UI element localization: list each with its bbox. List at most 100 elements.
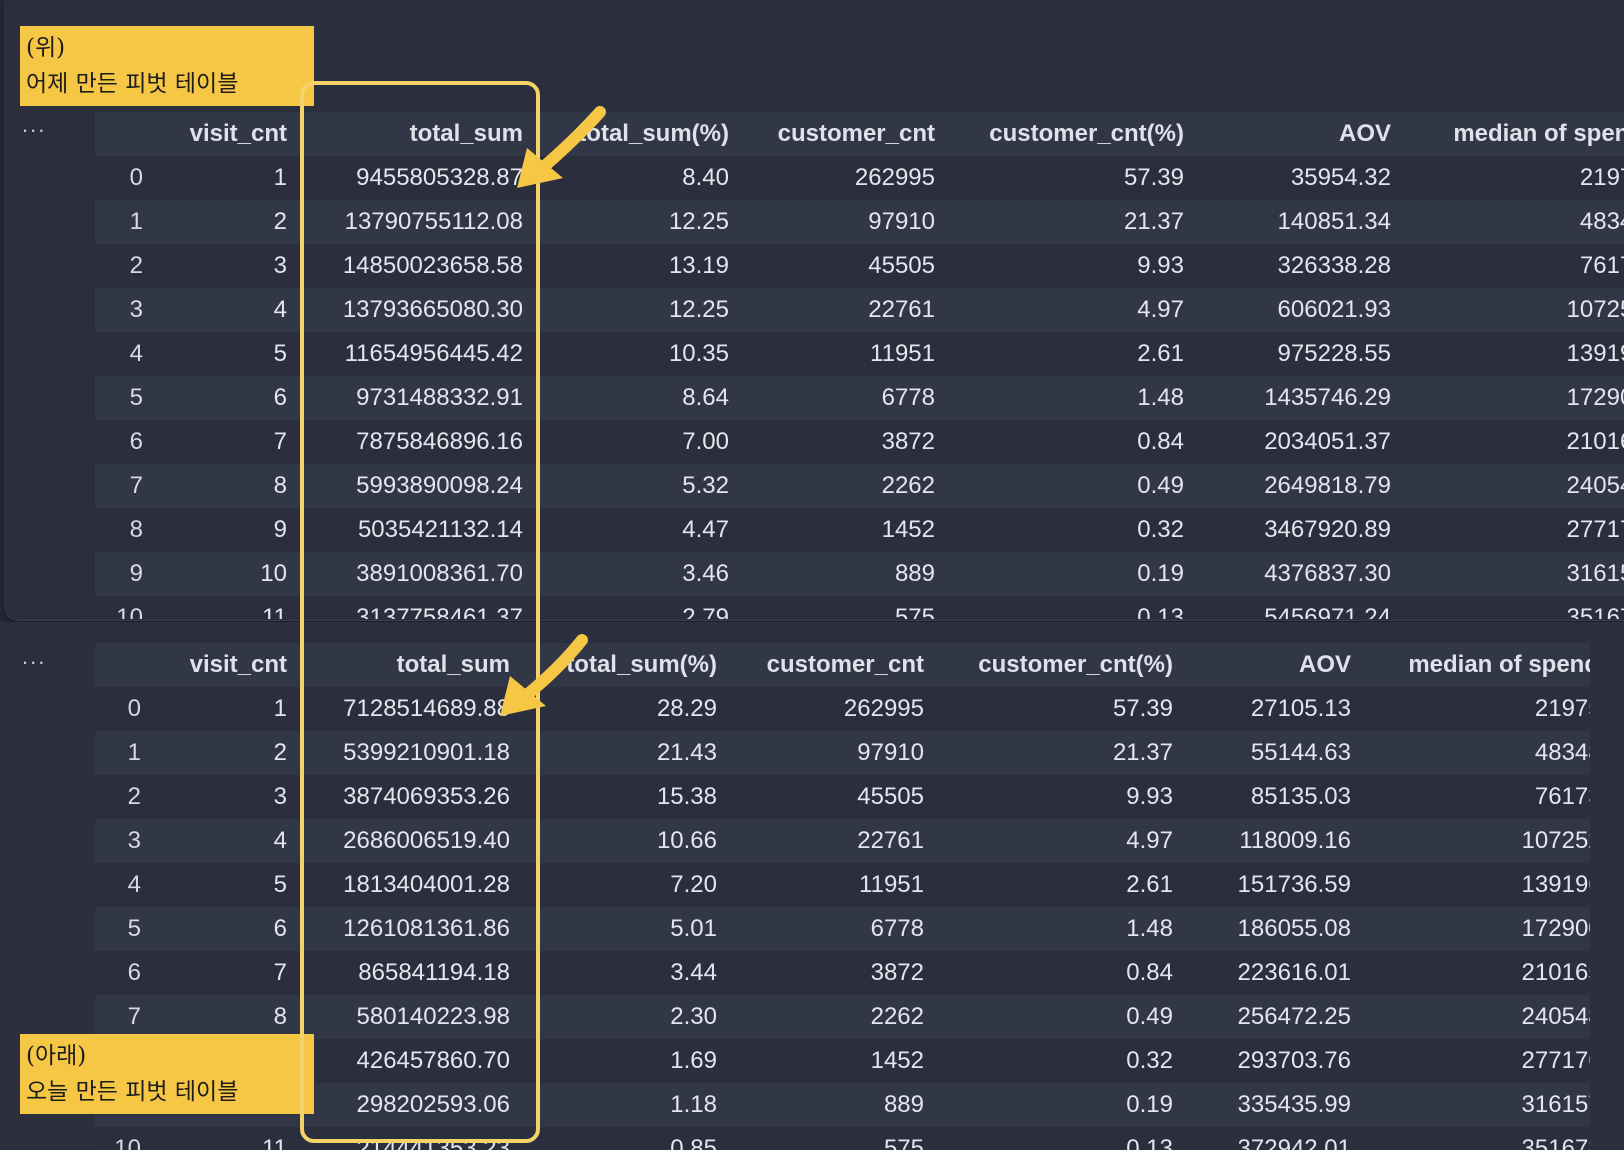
dataframe-table: visit_cnt total_sum total_sum(%) customer_c… — [95, 643, 1590, 1150]
column-header: customer_cnt(%) — [978, 651, 1173, 678]
table-cell: 11951 — [859, 871, 924, 898]
table-cell: 606021.93 — [1277, 296, 1391, 323]
table-row: 4 5 1813404001.28 7.20 11951 2.61 151736.59 139… — [95, 863, 1590, 907]
table-cell: 3874069353.26 — [343, 783, 510, 810]
table-cell: 10 — [260, 560, 287, 587]
table-cell: 277176.62 — [1566, 516, 1624, 543]
table-cell: 97910 — [857, 739, 924, 766]
table-cell: 21.37 — [1112, 739, 1173, 766]
table-cell: 10.66 — [656, 827, 717, 854]
table-cell: 6778 — [881, 384, 935, 411]
column-header: visit_cnt — [189, 651, 287, 678]
table-cell: 2 — [273, 208, 287, 235]
table-cell: 4 — [273, 827, 287, 854]
table-cell: 0.49 — [1126, 1003, 1173, 1030]
table-row: 1 2 13790755112.08 12.25 97910 21.37 140851.34… — [95, 200, 1624, 244]
table-cell: 4.47 — [682, 516, 729, 543]
table-cell: 3872 — [870, 959, 924, 986]
table-cell: 140851.34 — [1277, 208, 1391, 235]
table-cell: 223616.01 — [1237, 959, 1351, 986]
table-cell: 12.25 — [668, 296, 729, 323]
pivot-table-yesterday: visit_cnt total_sum total_sum(%) customer_c… — [95, 112, 1624, 619]
table-cell: 7875846896.16 — [356, 428, 523, 455]
column-header: total_sum — [409, 120, 523, 147]
table-cell: 107252.56 — [1521, 827, 1590, 854]
table-cell: 889 — [883, 1091, 924, 1118]
row-index: 3 — [129, 296, 143, 323]
table-cell: 5993890098.24 — [356, 472, 523, 499]
row-index: 2 — [127, 783, 141, 810]
table-cell: 351678.74 — [1521, 1135, 1590, 1150]
table-cell: 316157.56 — [1521, 1091, 1590, 1118]
table-cell: 5.32 — [682, 472, 729, 499]
table-cell: 335435.99 — [1237, 1091, 1351, 1118]
table-cell: 48348.68 — [1534, 739, 1590, 766]
table-cell: 575 — [894, 604, 935, 619]
table-cell: 2.79 — [682, 604, 729, 619]
table-cell: 0.13 — [1137, 604, 1184, 619]
table-cell: 13.19 — [668, 252, 729, 279]
table-cell: 293703.76 — [1237, 1047, 1351, 1074]
table-cell: 210165.76 — [1521, 959, 1590, 986]
table-row: 10 11 3137758461.37 2.79 575 0.13 5456971.24 35… — [95, 596, 1624, 619]
table-cell: 172900.04 — [1521, 915, 1590, 942]
table-cell: 186055.08 — [1237, 915, 1351, 942]
table-cell: 0.49 — [1137, 472, 1184, 499]
table-cell: 4.97 — [1126, 827, 1173, 854]
table-row: 0 1 7128514689.88 28.29 262995 57.39 27105.13 2… — [95, 687, 1590, 731]
table-cell: 2649818.79 — [1264, 472, 1391, 499]
table-cell: 8.40 — [682, 164, 729, 191]
cell-collapse-handle[interactable]: ... — [22, 644, 46, 670]
table-row: 4 5 11654956445.42 10.35 11951 2.61 975228.55 1… — [95, 332, 1624, 376]
pivot-table-today: visit_cnt total_sum total_sum(%) customer_c… — [95, 643, 1590, 1150]
table-row: 9 10 3891008361.70 3.46 889 0.19 4376837.30 316… — [95, 552, 1624, 596]
row-index: 8 — [129, 516, 143, 543]
table-cell: 316157.56 — [1566, 560, 1624, 587]
table-row: 5 6 9731488332.91 8.64 6778 1.48 1435746.29 172… — [95, 376, 1624, 420]
table-cell: 45505 — [868, 252, 935, 279]
table-cell: 3 — [273, 783, 287, 810]
column-header: total_sum — [396, 651, 510, 678]
note-label: (위) — [26, 35, 66, 61]
row-index: 3 — [127, 827, 141, 854]
table-cell: 2.61 — [1126, 871, 1173, 898]
table-row: 5 6 1261081361.86 5.01 6778 1.48 186055.08 1729… — [95, 907, 1590, 951]
table-cell: 11 — [262, 1135, 287, 1150]
row-index: 7 — [127, 1003, 141, 1030]
table-cell: 9.93 — [1137, 252, 1184, 279]
table-cell: 97910 — [868, 208, 935, 235]
table-row: 89426457860.701.6914520.32293703.7627717… — [95, 1039, 1590, 1083]
table-cell: 580140223.98 — [356, 1003, 511, 1030]
cell-collapse-handle[interactable]: ... — [22, 112, 46, 138]
table-cell: 575 — [883, 1135, 924, 1150]
table-cell: 1261081361.86 — [343, 915, 510, 942]
table-cell: 0.32 — [1137, 516, 1184, 543]
table-cell: 139196.70 — [1566, 340, 1624, 367]
table-cell: 13790755112.08 — [344, 208, 523, 235]
table-cell: 2034051.37 — [1264, 428, 1391, 455]
table-cell: 21975.34 — [1579, 164, 1624, 191]
table-cell: 7 — [273, 959, 287, 986]
table-cell: 889 — [894, 560, 935, 587]
table-cell: 1813404001.28 — [343, 871, 510, 898]
table-cell: 48348.68 — [1579, 208, 1624, 235]
table-cell: 7.20 — [670, 871, 717, 898]
table-cell: 865841194.18 — [358, 959, 510, 986]
table-cell: 8 — [273, 1003, 287, 1030]
table-cell: 118009.16 — [1239, 827, 1351, 854]
table-cell: 0.19 — [1126, 1091, 1173, 1118]
table-cell: 214441353.23 — [356, 1135, 511, 1150]
table-cell: 3891008361.70 — [356, 560, 523, 587]
table-cell: 1435746.29 — [1264, 384, 1391, 411]
table-cell: 11654956445.42 — [344, 340, 523, 367]
row-index: 0 — [127, 695, 141, 722]
table-cell: 1 — [273, 695, 287, 722]
row-index: 5 — [127, 915, 141, 942]
table-cell: 1452 — [870, 1047, 924, 1074]
column-header — [95, 112, 157, 156]
table-cell: 0.32 — [1126, 1047, 1173, 1074]
table-cell: 5.01 — [670, 915, 717, 942]
annotation-note-bottom: (아래) 오늘 만든 피벗 테이블 — [20, 1034, 314, 1114]
table-row: 3 4 13793665080.30 12.25 22761 4.97 606021.93 1… — [95, 288, 1624, 332]
table-cell: 8.64 — [682, 384, 729, 411]
